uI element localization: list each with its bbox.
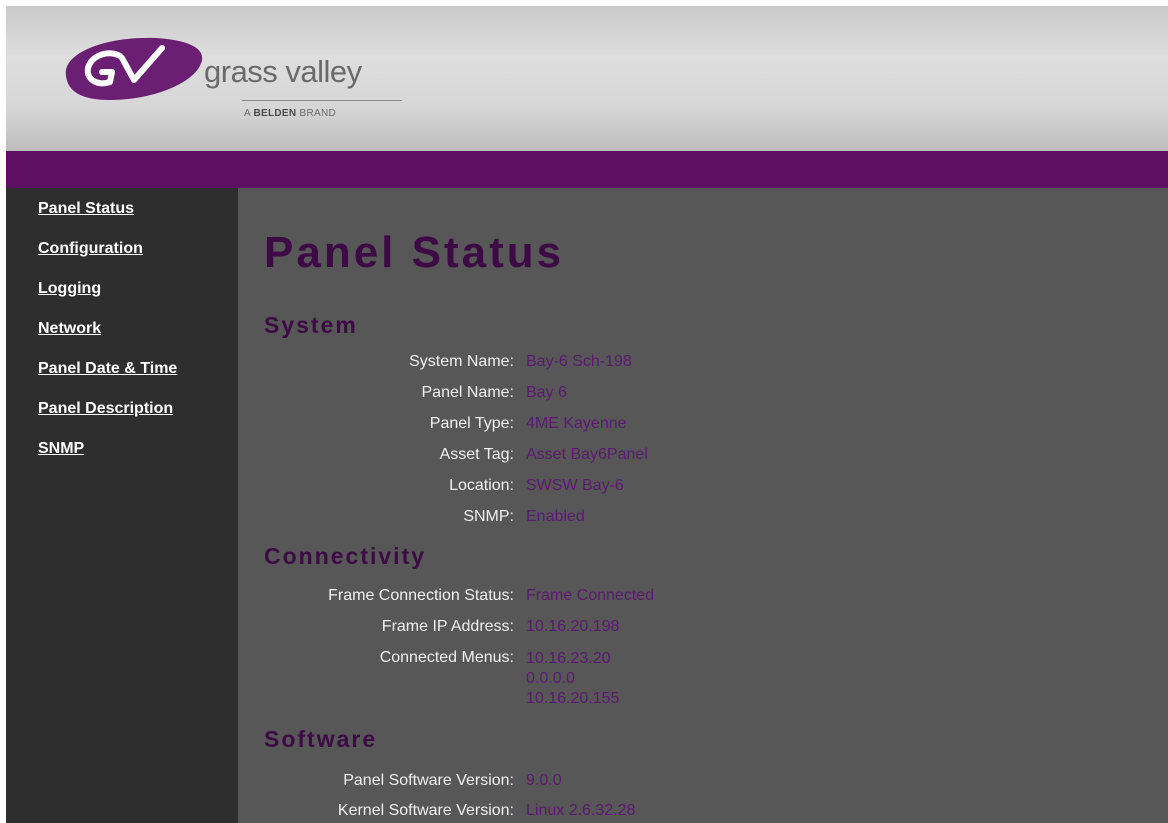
- field-label: Location:: [449, 477, 514, 494]
- sidebar-item-panel-description[interactable]: Panel Description: [38, 400, 173, 418]
- field-label: Panel Software Version:: [343, 772, 514, 789]
- connected-menu-ip: 10.16.23.20: [526, 650, 611, 667]
- info-row-panel-name: Panel Name: Bay 6: [238, 384, 1138, 406]
- field-value: 9.0.0: [526, 772, 562, 789]
- section-connectivity-heading: Connectivity: [264, 543, 427, 569]
- connected-menu-ip: 10.16.20.155: [526, 690, 620, 707]
- field-value: Enabled: [526, 508, 585, 525]
- gv-logo-icon: [65, 37, 203, 100]
- field-label: System Name:: [409, 353, 514, 370]
- field-label: Panel Name:: [421, 384, 515, 401]
- field-label: Frame Connection Status:: [328, 587, 514, 604]
- field-value: Frame Connected: [526, 587, 655, 604]
- header: grass valley A BELDEN BRAND: [6, 6, 1168, 151]
- info-row-kernel-software-version: Kernel Software Version: Linux 2.6.32.28: [238, 802, 1138, 823]
- brand-name: grass valley: [204, 54, 362, 89]
- field-value: SWSW Bay-6: [526, 477, 624, 494]
- info-row-panel-type: Panel Type: 4ME Kayenne: [238, 415, 1138, 437]
- sidebar-item-panel-date-time[interactable]: Panel Date & Time: [38, 360, 177, 378]
- field-value: 10.16.20.198: [526, 618, 620, 635]
- tagline-prefix: A: [244, 108, 251, 119]
- sidebar-item-logging[interactable]: Logging: [38, 280, 101, 298]
- field-label: Frame IP Address:: [381, 618, 514, 635]
- field-value: Bay-6 Sch-198: [526, 353, 632, 370]
- section-system-heading: System: [264, 312, 358, 338]
- info-row-snmp: SNMP: Enabled: [238, 508, 1138, 530]
- sidebar: Panel Status Configuration Logging Netwo…: [6, 188, 238, 823]
- info-row-frame-connection-status: Frame Connection Status: Frame Connected: [238, 587, 1138, 609]
- field-value-list: 10.16.23.20 0.0.0.0 10.16.20.155: [526, 649, 619, 709]
- field-label: Kernel Software Version:: [337, 802, 514, 819]
- sidebar-item-snmp[interactable]: SNMP: [38, 440, 84, 458]
- info-row-connected-menus: Connected Menus: 10.16.23.20 0.0.0.0 10.…: [238, 649, 1138, 713]
- tagline-suffix: BRAND: [299, 108, 337, 119]
- purple-banner: [6, 151, 1168, 188]
- tagline-bold: BELDEN: [253, 108, 297, 119]
- connected-menu-ip: 0.0.0.0: [526, 670, 575, 687]
- field-value: 4ME Kayenne: [526, 415, 627, 432]
- info-row-panel-software-version: Panel Software Version: 9.0.0: [238, 772, 1138, 794]
- sidebar-item-configuration[interactable]: Configuration: [38, 240, 143, 258]
- main-content: Panel Status System System Name: Bay-6 S…: [238, 188, 1168, 823]
- page-title: Panel Status: [264, 228, 565, 277]
- info-row-frame-ip-address: Frame IP Address: 10.16.20.198: [238, 618, 1138, 640]
- sidebar-item-panel-status[interactable]: Panel Status: [38, 200, 134, 218]
- info-row-asset-tag: Asset Tag: Asset Bay6Panel: [238, 446, 1138, 468]
- brand-tagline: A BELDEN BRAND: [244, 108, 336, 119]
- brand-divider: [242, 100, 402, 101]
- field-label: SNMP:: [463, 508, 514, 525]
- field-label: Panel Type:: [429, 415, 514, 432]
- field-label: Asset Tag:: [439, 446, 514, 463]
- info-row-location: Location: SWSW Bay-6: [238, 477, 1138, 499]
- info-row-system-name: System Name: Bay-6 Sch-198: [238, 353, 1138, 375]
- field-label: Connected Menus:: [379, 649, 514, 666]
- section-software-heading: Software: [264, 726, 378, 752]
- field-value: Asset Bay6Panel: [526, 446, 648, 463]
- sidebar-item-network[interactable]: Network: [38, 320, 101, 338]
- field-value: Linux 2.6.32.28: [526, 802, 636, 819]
- page-frame: grass valley A BELDEN BRAND Panel Status…: [6, 6, 1168, 823]
- field-value: Bay 6: [526, 384, 567, 401]
